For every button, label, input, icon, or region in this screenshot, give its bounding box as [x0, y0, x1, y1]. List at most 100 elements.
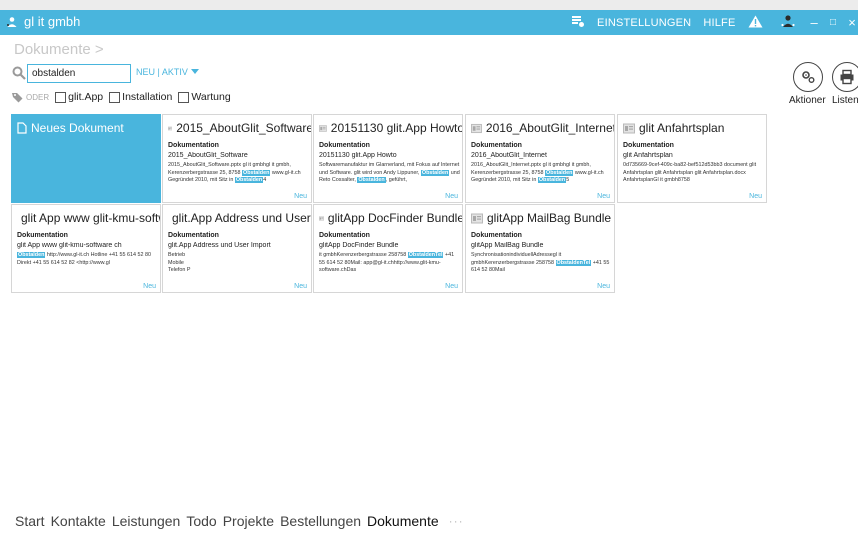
new-document-label: Neues Dokument	[31, 121, 124, 135]
gears-icon	[802, 71, 815, 83]
tile-title: 2016_AboutGlit_Internet	[471, 121, 615, 135]
tile-title: 2015_AboutGlit_Software	[168, 121, 311, 135]
tile-type: Dokumentation	[168, 142, 219, 149]
tile-title-text: 20151130 glit.App Howto	[330, 121, 463, 135]
search-highlight: Obstalden	[234, 177, 264, 183]
tag-checkbox-wartung[interactable]: Wartung	[178, 91, 231, 103]
tag-checkbox-installation[interactable]: Installation	[109, 91, 172, 103]
nav-kontakte[interactable]: Kontakte	[51, 513, 106, 529]
nav-leistungen[interactable]: Leistungen	[112, 513, 181, 529]
checkbox-box[interactable]	[178, 91, 190, 103]
close-button[interactable]: ×	[848, 15, 856, 30]
tile-title: glitApp DocFinder Bundle	[319, 211, 463, 225]
tile-title: 20151130 glit.App Howto	[319, 121, 463, 135]
document-tile[interactable]: glit App www glit-kmu-software Dokumentat…	[11, 204, 161, 293]
tile-title-text: glit App www glit-kmu-software	[21, 211, 160, 225]
more-menu[interactable]: ···	[449, 514, 464, 528]
document-tile[interactable]: glit Anfahrtsplan Dokumentation glit Anfah…	[617, 114, 767, 203]
new-badge: Neu	[749, 193, 762, 200]
new-badge: Neu	[294, 193, 307, 200]
nav-projekte[interactable]: Projekte	[223, 513, 274, 529]
tile-title-text: glit Anfahrtsplan	[639, 121, 725, 135]
checkbox-box[interactable]	[55, 91, 67, 103]
search-input[interactable]	[27, 64, 131, 83]
snippet-text: it gmbhKerenzerbergstrasse 258758	[319, 252, 408, 258]
tile-title-text: 2016_AboutGlit_Internet	[485, 121, 615, 135]
document-tile[interactable]: 2016_AboutGlit_Internet Dokumentation 2016…	[465, 114, 615, 203]
breadcrumb[interactable]: Dokumente >	[14, 41, 104, 58]
presentation-file-icon	[471, 123, 482, 133]
snippet-text: Betrieb Mobile Telefon P	[168, 252, 191, 273]
tile-type: Dokumentation	[319, 142, 370, 149]
minimize-button[interactable]: –	[811, 15, 818, 30]
snippet-text: SynchronisationindividuellAdressegl it g…	[471, 252, 562, 266]
nav-bestellungen[interactable]: Bestellungen	[280, 513, 361, 529]
window-top-strip	[0, 0, 858, 10]
snippet-text: 0d735669-9cef-409c-ba82-bef512d53bb3 doc…	[623, 162, 757, 183]
search-highlight: Obstalden	[17, 252, 46, 258]
tile-title-text: glit.App Address und User Import	[172, 211, 311, 225]
new-badge: Neu	[445, 193, 458, 200]
presentation-file-icon	[319, 124, 327, 132]
presentation-file-icon	[623, 123, 635, 133]
tile-subtitle: 2015_AboutGlit_Software	[168, 152, 248, 159]
new-badge: Neu	[445, 283, 458, 290]
lists-button[interactable]	[832, 62, 858, 92]
tag-operator[interactable]: ODER	[26, 93, 49, 102]
nav-dokumente[interactable]: Dokumente	[367, 513, 439, 529]
tile-snippet: 0d735669-9cef-409c-ba82-bef512d53bb3 doc…	[623, 162, 765, 185]
search-highlight: ObstaldenTel	[555, 259, 592, 266]
filter-mode-dropdown[interactable]: NEU | AKTIV	[136, 67, 199, 77]
new-badge: Neu	[143, 283, 156, 290]
maximize-button[interactable]: □	[830, 17, 836, 28]
new-badge: Neu	[597, 193, 610, 200]
tag-checkbox-glitapp[interactable]: glit.App	[55, 91, 103, 103]
tile-title: glit App www glit-kmu-software	[17, 211, 160, 225]
bottom-navigation: Start Kontakte Leistungen Todo Projekte …	[15, 513, 464, 529]
search-highlight: Obstalden	[357, 177, 386, 183]
presentation-file-icon	[471, 213, 483, 223]
presentation-file-icon	[319, 215, 324, 221]
nav-todo[interactable]: Todo	[186, 513, 216, 529]
help-link[interactable]: HILFE	[703, 17, 735, 29]
tile-title: Neues Dokument	[17, 121, 160, 135]
tile-snippet: 2016_AboutGlit_Internet.pptx gl it gmbhg…	[471, 162, 613, 185]
printer-icon	[840, 69, 854, 85]
document-tile[interactable]: glitApp DocFinder Bundle Dokumentation gli…	[313, 204, 463, 293]
tile-subtitle: glitApp MailBag Bundle	[471, 242, 544, 249]
tile-snippet: it gmbhKerenzerbergstrasse 258758 Obstal…	[319, 252, 461, 275]
tile-subtitle: glit Anfahrtsplan	[623, 152, 673, 159]
lists-label[interactable]: Listen	[832, 95, 858, 106]
tile-subtitle: 20151130 glit.App Howto	[319, 152, 397, 159]
nav-start[interactable]: Start	[15, 513, 45, 529]
tile-title-text: glitApp DocFinder Bundle	[327, 211, 463, 225]
settings-link[interactable]: EINSTELLUNGEN	[597, 17, 691, 29]
settings-doc-icon[interactable]	[571, 14, 585, 31]
tag-label: Installation	[122, 91, 173, 103]
new-document-tile[interactable]: Neues Dokument	[11, 114, 161, 203]
new-document-icon	[17, 122, 27, 134]
search-highlight: Obstalden	[545, 169, 574, 176]
tag-label: Wartung	[191, 91, 231, 103]
title-bar: gl it gmbh EINSTELLUNGEN HILFE – □ ×	[0, 10, 858, 35]
presentation-file-icon	[168, 126, 173, 130]
search-icon	[12, 66, 26, 80]
tile-type: Dokumentation	[168, 232, 219, 239]
new-badge: Neu	[294, 283, 307, 290]
tile-title: glit Anfahrtsplan	[623, 121, 766, 135]
actions-label[interactable]: Aktioner	[789, 95, 826, 106]
tile-type: Dokumentation	[471, 142, 522, 149]
caret-down-icon	[190, 69, 199, 74]
tile-type: Dokumentation	[623, 142, 674, 149]
document-tile[interactable]: glit.App Address und User Import Dokument…	[162, 204, 312, 293]
user-icon	[7, 16, 17, 27]
tile-snippet: Betrieb Mobile Telefon P	[168, 252, 310, 275]
actions-button[interactable]	[793, 62, 823, 92]
account-icon[interactable]	[780, 14, 795, 31]
search-highlight: ObstaldenTel	[407, 252, 444, 258]
document-tile[interactable]: 20151130 glit.App Howto Dokumentation 2015…	[313, 114, 463, 203]
checkbox-box[interactable]	[109, 91, 121, 103]
document-tile[interactable]: 2015_AboutGlit_Software Dokumentation 2015…	[162, 114, 312, 203]
document-tile[interactable]: glitApp MailBag Bundle Dokumentation glitA…	[465, 204, 615, 293]
warning-icon[interactable]	[748, 15, 763, 31]
